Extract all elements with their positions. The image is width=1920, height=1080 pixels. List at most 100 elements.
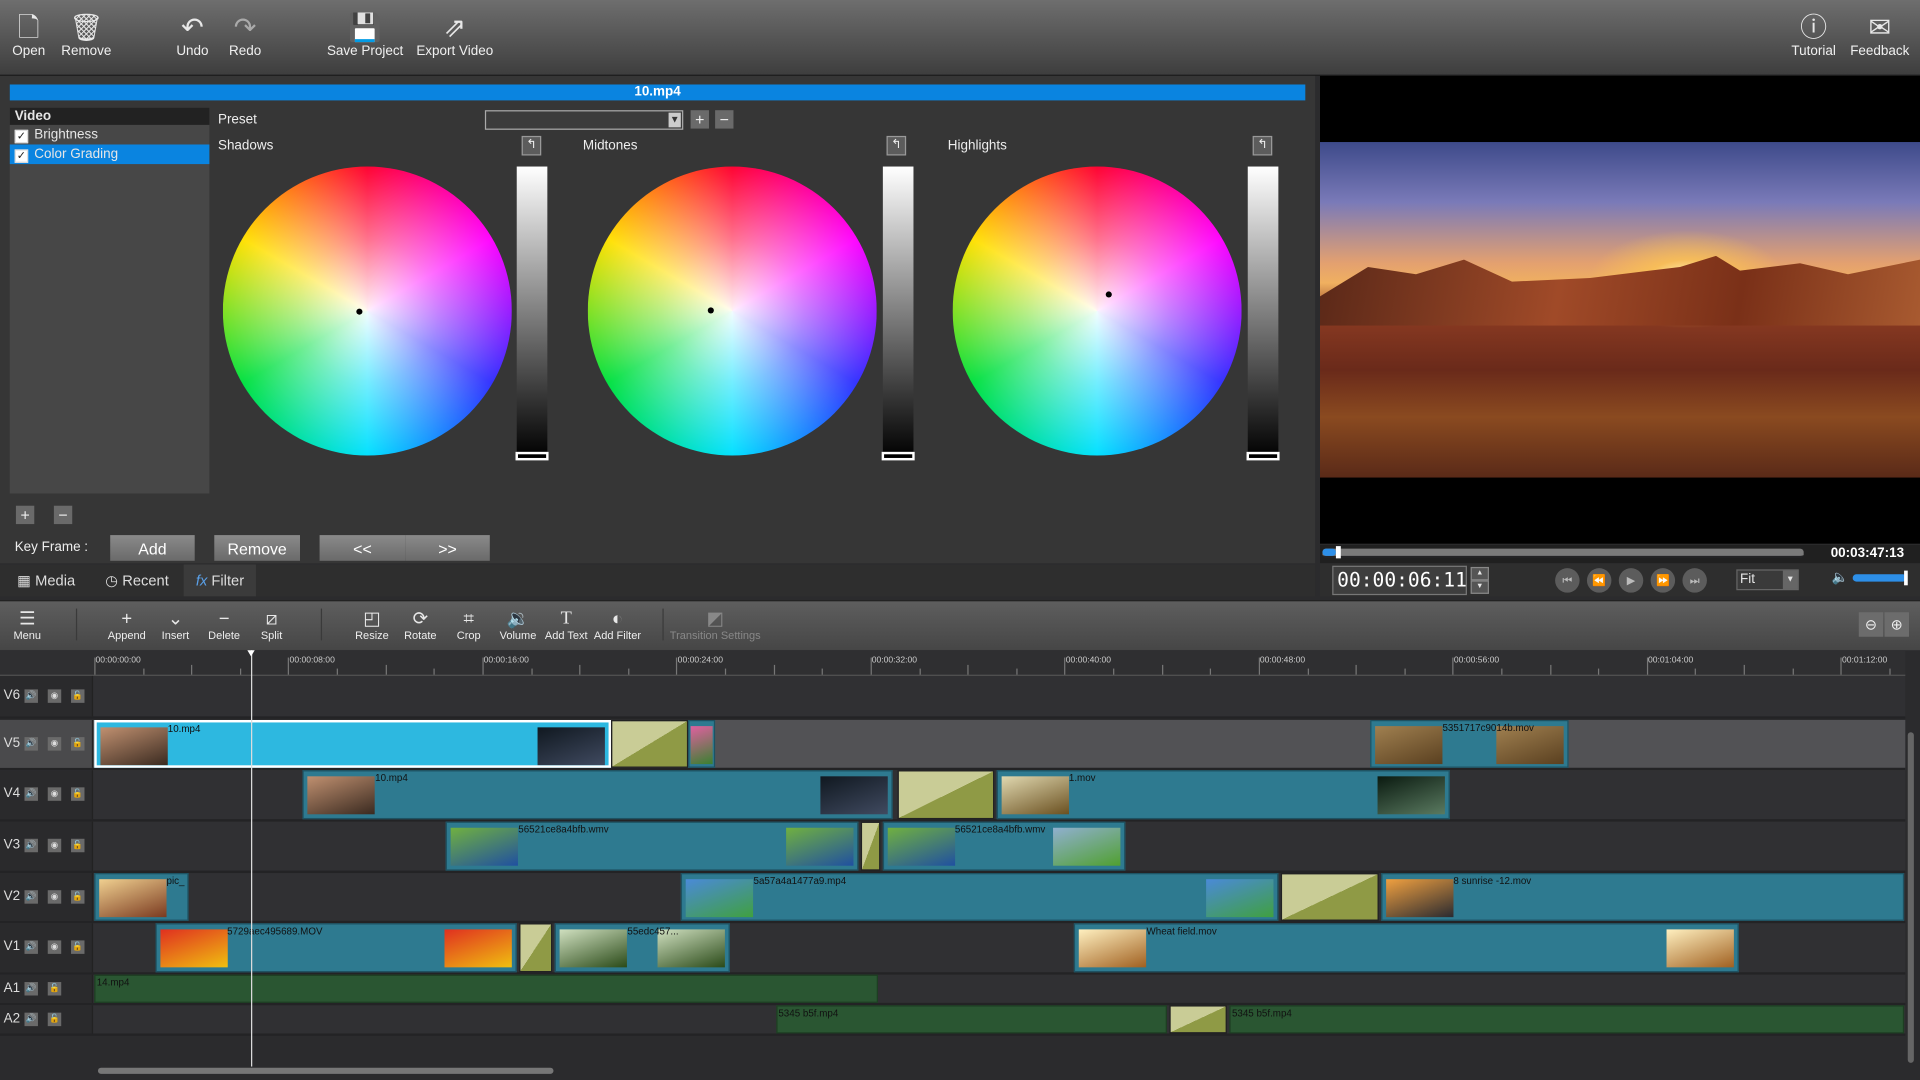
keyframe-add-button[interactable]: Add bbox=[110, 535, 195, 561]
volume-slider[interactable] bbox=[1852, 570, 1908, 586]
transition[interactable] bbox=[897, 770, 995, 820]
redo-button[interactable]: ↷ Redo bbox=[229, 12, 261, 59]
remove-filter-button[interactable]: − bbox=[53, 505, 73, 525]
menu-button[interactable]: ☰ Menu bbox=[13, 609, 41, 642]
lock-icon[interactable]: 🔓 bbox=[47, 1012, 62, 1026]
video-clip[interactable]: 8 sunrise -12.mov bbox=[1381, 873, 1904, 921]
feedback-button[interactable]: ✉ Feedback bbox=[1850, 12, 1909, 59]
track-v5[interactable]: V5 🔊 ◉ 🔓 10.mp4 5351717c9014b.mov bbox=[0, 720, 1906, 771]
lock-icon[interactable]: 🔓 bbox=[71, 940, 85, 954]
shadows-reset-button[interactable]: ↰ bbox=[521, 135, 542, 156]
fast-forward-button[interactable]: ⏩ bbox=[1650, 568, 1676, 593]
shadows-color-wheel[interactable] bbox=[222, 166, 512, 456]
speaker-icon[interactable]: 🔊 bbox=[24, 838, 38, 853]
eye-icon[interactable]: ◉ bbox=[47, 787, 62, 801]
eye-icon[interactable]: ◉ bbox=[47, 940, 62, 954]
audio-clip[interactable]: 5345 b5f.mp4 bbox=[1229, 1005, 1904, 1034]
midtones-reset-button[interactable]: ↰ bbox=[886, 135, 907, 156]
remove-button[interactable]: 🗑 Remove bbox=[61, 12, 111, 59]
rewind-button[interactable]: ⏪ bbox=[1586, 568, 1612, 593]
video-clip[interactable]: 10.mp4 bbox=[94, 720, 611, 768]
add-filter-button[interactable]: + bbox=[15, 505, 35, 525]
video-clip[interactable]: 5351717c9014b.mov bbox=[1370, 720, 1570, 768]
timecode-down-button[interactable]: ▼ bbox=[1470, 580, 1489, 594]
keyframe-next-button[interactable]: >> bbox=[405, 535, 490, 561]
eye-icon[interactable]: ◉ bbox=[47, 688, 62, 703]
append-button[interactable]: + Append bbox=[108, 609, 146, 642]
audio-clip[interactable]: 14.mp4 bbox=[94, 974, 878, 1003]
split-button[interactable]: ⧄ Split bbox=[261, 609, 282, 642]
video-clip[interactable]: 55edc457... bbox=[555, 923, 730, 973]
save-project-button[interactable]: 💾 Save Project bbox=[327, 12, 403, 59]
tab-recent[interactable]: ◷ Recent bbox=[93, 564, 181, 596]
transition[interactable] bbox=[860, 821, 881, 871]
checkbox-checked-icon[interactable]: ✓ bbox=[14, 129, 29, 144]
export-video-button[interactable]: ⇗ Export Video bbox=[416, 12, 493, 59]
keyframe-remove-button[interactable]: Remove bbox=[214, 535, 301, 561]
speaker-icon[interactable]: 🔊 bbox=[24, 981, 38, 995]
delete-button[interactable]: − Delete bbox=[208, 609, 240, 642]
track-v4[interactable]: V4 🔊 ◉ 🔓 10.mp4 1.mov bbox=[0, 770, 1906, 822]
scrubber-track[interactable] bbox=[1322, 546, 1804, 559]
vertical-scrollbar[interactable] bbox=[1907, 732, 1914, 1063]
playhead[interactable] bbox=[247, 650, 255, 1067]
speaker-icon[interactable]: 🔊 bbox=[24, 736, 38, 751]
eye-icon[interactable]: ◉ bbox=[47, 736, 62, 751]
shadows-luminance-slider[interactable] bbox=[515, 166, 549, 461]
speaker-icon[interactable]: 🔊 bbox=[24, 889, 38, 904]
transition[interactable] bbox=[1280, 873, 1379, 921]
tab-filter[interactable]: fx Filter bbox=[183, 564, 257, 597]
keyframe-prev-button[interactable]: << bbox=[319, 535, 406, 561]
open-button[interactable]: 🗋 Open bbox=[12, 12, 45, 59]
add-preset-button[interactable]: + bbox=[690, 110, 709, 129]
track-v2[interactable]: V2 🔊 ◉ 🔓 pic_ 5a57a4a1477a9.mp4 8 sunrise -12.… bbox=[0, 873, 1906, 924]
timecode-up-button[interactable]: ▲ bbox=[1470, 566, 1489, 581]
lock-icon[interactable]: 🔓 bbox=[47, 981, 62, 995]
tutorial-button[interactable]: ⓘ Tutorial bbox=[1791, 12, 1835, 59]
eye-icon[interactable]: ◉ bbox=[47, 889, 62, 904]
video-clip[interactable]: 56521ce8a4bfb.wmv bbox=[882, 821, 1126, 871]
track-v1[interactable]: V1 🔊 ◉ 🔓 5729aec495689.MOV 55edc457... Wheat f… bbox=[0, 923, 1906, 975]
add-text-button[interactable]: T Add Text bbox=[545, 609, 588, 642]
preset-dropdown[interactable]: ▼ bbox=[484, 110, 684, 130]
lock-icon[interactable]: 🔓 bbox=[71, 736, 85, 751]
video-clip[interactable]: 10.mp4 bbox=[302, 770, 893, 820]
midtones-color-wheel[interactable] bbox=[587, 166, 877, 456]
skip-end-button[interactable]: ⏭ bbox=[1682, 568, 1707, 593]
track-v3[interactable]: V3 🔊 ◉ 🔓 56521ce8a4bfb.wmv 56521ce8a4bfb.wmv bbox=[0, 821, 1906, 874]
volume-button[interactable]: 🔉 Volume bbox=[500, 609, 537, 642]
volume-handle[interactable] bbox=[1904, 570, 1908, 586]
insert-button[interactable]: ⌄ Insert bbox=[162, 609, 190, 642]
speaker-icon[interactable]: 🔊 bbox=[24, 688, 38, 703]
zoom-mode-dropdown[interactable]: Fit ▼ bbox=[1736, 569, 1799, 591]
transition-settings-button[interactable]: ◩ Transition Settings bbox=[670, 609, 761, 642]
play-button[interactable]: ▶ bbox=[1618, 568, 1644, 593]
lock-icon[interactable]: 🔓 bbox=[71, 889, 85, 904]
speaker-icon[interactable]: 🔊 bbox=[24, 1012, 38, 1026]
zoom-out-button[interactable]: ⊖ bbox=[1858, 612, 1884, 637]
video-clip[interactable]: 56521ce8a4bfb.wmv bbox=[446, 821, 859, 871]
speaker-icon[interactable]: 🔊 bbox=[24, 940, 38, 954]
skip-start-button[interactable]: ⏮ bbox=[1555, 568, 1580, 593]
rotate-button[interactable]: ⟳ Rotate bbox=[404, 609, 436, 642]
preview-scrubber[interactable]: 00:03:47:13 bbox=[1320, 544, 1920, 564]
resize-button[interactable]: ◰ Resize bbox=[355, 609, 389, 642]
midtones-luminance-slider[interactable] bbox=[881, 166, 915, 461]
track-a2[interactable]: A2 🔊 🔓 5345 b5f.mp4 5345 b5f.mp4 bbox=[0, 1005, 1906, 1036]
transition[interactable] bbox=[610, 720, 689, 768]
video-clip[interactable]: 1.mov bbox=[996, 770, 1451, 820]
slider-handle[interactable] bbox=[515, 451, 549, 461]
add-filter-timeline-button[interactable]: ◐ Add Filter bbox=[594, 609, 641, 642]
video-clip[interactable]: pic_ bbox=[94, 873, 189, 921]
video-clip[interactable]: 5729aec495689.MOV bbox=[154, 923, 517, 973]
lock-icon[interactable]: 🔓 bbox=[71, 688, 85, 703]
wheel-handle[interactable] bbox=[707, 307, 714, 314]
transition[interactable] bbox=[1168, 1005, 1228, 1034]
timeline-ruler[interactable]: 00:00:00:00 00:00:08:00 00:00:16:00 00:00:2… bbox=[0, 650, 1906, 676]
remove-preset-button[interactable]: − bbox=[715, 110, 734, 129]
lock-icon[interactable]: 🔓 bbox=[71, 787, 85, 801]
wheel-handle[interactable] bbox=[1105, 291, 1112, 298]
undo-button[interactable]: ↶ Undo bbox=[176, 12, 208, 59]
playhead-handle[interactable] bbox=[247, 650, 255, 657]
track-v6[interactable]: V6 🔊 ◉ 🔓 bbox=[0, 675, 1906, 719]
